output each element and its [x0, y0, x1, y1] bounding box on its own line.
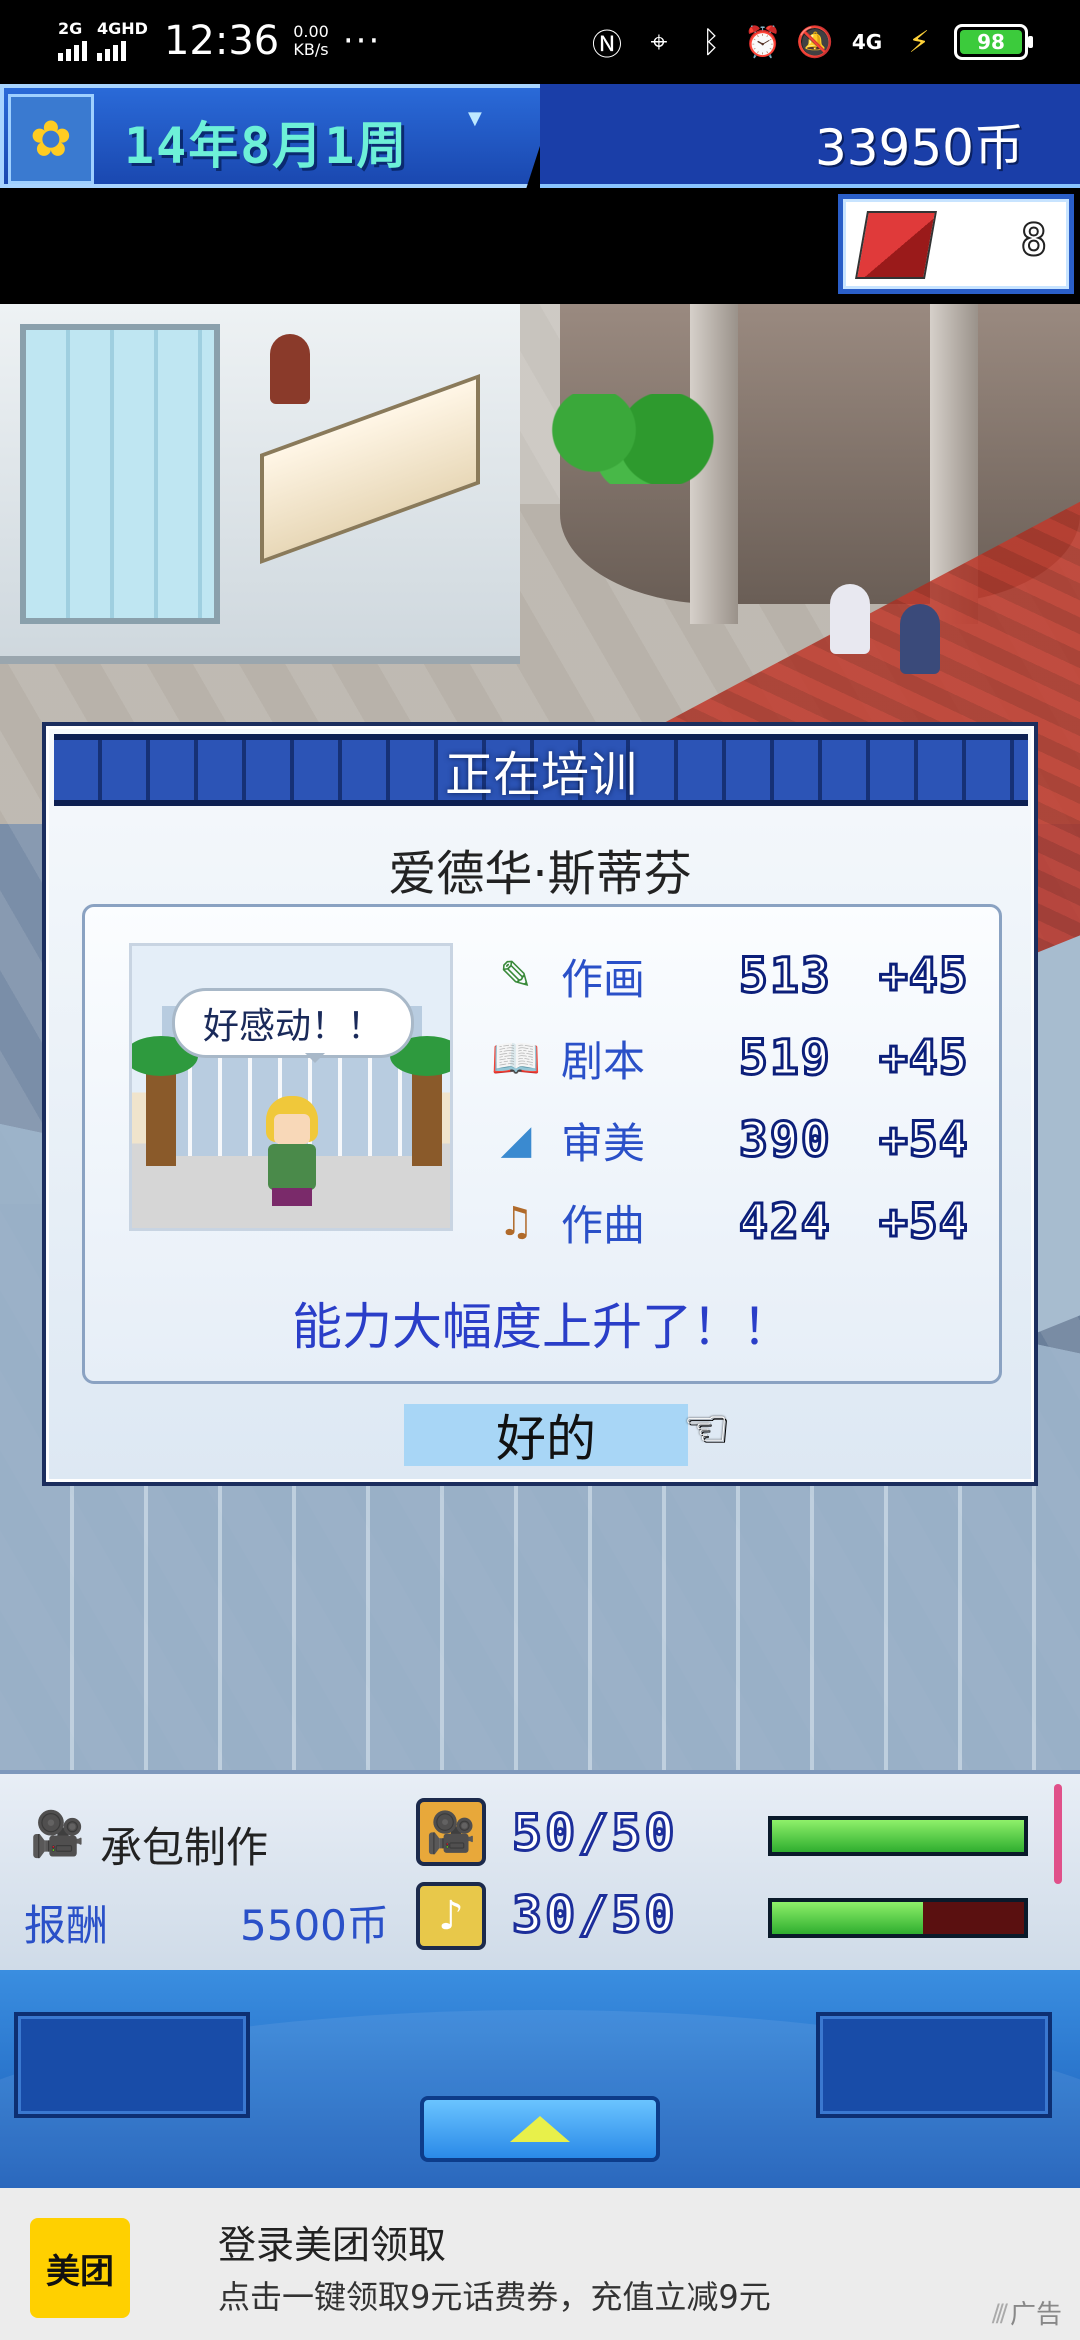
ad-subtitle: 点击一键领取9元话费券，充值立减9元 — [218, 2278, 771, 2316]
training-dialog: 正在培训 爱德华·斯蒂芬 好感动！！ ✎ 作画 513 +45 📖 剧本 519 — [42, 722, 1038, 1486]
guitar-icon: ♫ — [498, 1199, 534, 1245]
stat-row: ◢ 审美 390 +54 — [489, 1099, 999, 1181]
signal-icon: 2G — [58, 21, 87, 61]
stat-label: 剧本 — [561, 1036, 646, 1086]
stat-label: 审美 — [561, 1118, 646, 1168]
game-date: 14年8月1周 — [124, 117, 409, 175]
network-type-1: 2G — [58, 19, 83, 38]
staff-sprite — [262, 1096, 322, 1206]
stat-row: ✎ 作画 513 +45 — [489, 935, 999, 1017]
staff-character — [830, 584, 870, 654]
bluetooth-icon: ᛒ — [702, 24, 720, 60]
film-resource-bar — [768, 1816, 1028, 1856]
item-box[interactable]: 8 — [838, 194, 1074, 294]
film-camera-icon: 🎥 — [416, 1798, 486, 1866]
staff-portrait: 好感动！！ — [129, 943, 453, 1231]
stat-row: 📖 剧本 519 +45 — [489, 1017, 999, 1099]
production-label: 承包制作 — [100, 1823, 269, 1872]
ad-label: ///广告 — [992, 2294, 1062, 2331]
speed-value: 0.00 — [293, 22, 329, 41]
money-bar: 33950币 — [540, 84, 1080, 188]
caret-down-icon: ▼ — [468, 108, 482, 129]
palm-tree-icon — [390, 1036, 450, 1166]
staff-name: 爱德华·斯蒂芬 — [388, 846, 692, 902]
reward-label: 报酬 — [24, 1901, 109, 1950]
stat-increase: +45 — [878, 947, 970, 1006]
right-menu-button[interactable] — [816, 2012, 1052, 2118]
battery-level: 98 — [960, 30, 1022, 54]
card-stack-icon — [855, 211, 937, 279]
network-4g-icon: 4G — [851, 30, 883, 54]
signal-icon-2: 4GHD — [97, 21, 148, 61]
ad-banner[interactable]: 美团 登录美团领取 点击一键领取9元话费券，充值立减9元 ///广告 — [0, 2188, 1080, 2340]
stat-increase: +54 — [878, 1111, 970, 1170]
ad-mark-icon: /// — [991, 2298, 1008, 2327]
music-note-icon: ♪ — [416, 1882, 486, 1950]
more-notifications-icon: ··· — [342, 21, 382, 61]
mute-icon: 🔕 — [796, 24, 834, 60]
pencil-icon: ✎ — [499, 953, 533, 999]
stat-value: 513 — [738, 947, 832, 1006]
palm-tree-icon — [132, 1036, 198, 1166]
stat-value: 390 — [738, 1111, 832, 1170]
charging-icon: ⚡ — [908, 24, 930, 60]
location-icon: ⌖ — [650, 24, 668, 60]
clock: 12:36 — [163, 18, 280, 64]
film-camera-icon: 🎥 — [30, 1809, 85, 1860]
meituan-logo: 美团 — [30, 2218, 130, 2318]
bottom-controls — [0, 1970, 1080, 2188]
stat-row: ♫ 作曲 424 +54 — [489, 1181, 999, 1263]
reward-value: 5500币 — [240, 1901, 389, 1950]
network-speed: 0.00 KB/s — [293, 23, 329, 59]
arrow-up-icon — [510, 2116, 570, 2142]
music-resource-bar — [768, 1898, 1028, 1938]
money-amount: 33950币 — [814, 119, 1024, 177]
ok-button[interactable]: 好的 — [404, 1404, 688, 1468]
item-count: 8 — [1020, 214, 1048, 267]
sunflower-icon: ✿ — [8, 94, 94, 184]
music-resource-value: 30/50 — [511, 1885, 678, 1946]
dialog-title: 正在培训 — [444, 747, 637, 803]
alarm-icon: ⏰ — [744, 24, 782, 60]
ad-tag-text: 广告 — [1009, 2300, 1062, 2330]
dialog-title-bar: 正在培训 — [54, 734, 1028, 806]
stat-value: 519 — [738, 1029, 832, 1088]
stat-label: 作画 — [561, 954, 646, 1004]
nfc-icon: Ⓝ — [592, 28, 622, 63]
left-menu-button[interactable] — [14, 2012, 250, 2118]
stat-label: 作曲 — [561, 1200, 646, 1250]
production-panel[interactable]: 🎥 承包制作 报酬 5500币 🎥 50/50 ♪ 30/50 — [0, 1770, 1080, 1970]
training-result-panel: 好感动！！ ✎ 作画 513 +45 📖 剧本 519 +45 ◢ 审美 390… — [82, 904, 1002, 1384]
status-bar: 2G 4GHD 12:36 0.00 KB/s ··· Ⓝ ⌖ ᛒ ⏰ 🔕 4G… — [0, 0, 1080, 84]
stat-increase: +54 — [878, 1193, 970, 1252]
ad-title: 登录美团领取 — [218, 2223, 447, 2267]
book-icon: 📖 — [491, 1035, 541, 1082]
battery-icon: 98 — [954, 24, 1033, 60]
game-header: ✿ 14年8月1周 ▼ 33950币 8 — [0, 84, 1080, 294]
speech-bubble: 好感动！！ — [172, 988, 415, 1063]
staff-character — [900, 604, 940, 674]
speed-unit: KB/s — [293, 40, 329, 59]
receptionist-character — [270, 334, 310, 404]
network-type-2: 4GHD — [97, 19, 148, 38]
stat-increase: +45 — [878, 1029, 970, 1088]
stat-list: ✎ 作画 513 +45 📖 剧本 519 +45 ◢ 审美 390 +54 ♫… — [489, 935, 999, 1263]
training-result-message: 能力大幅度上升了！！ — [292, 1298, 792, 1356]
film-resource-fill — [772, 1820, 1024, 1852]
pointing-hand-icon: ☜ — [682, 1399, 730, 1459]
stat-value: 424 — [738, 1193, 832, 1252]
scene-plants — [540, 394, 720, 484]
scene-window — [20, 324, 220, 624]
date-bar[interactable]: ✿ 14年8月1周 ▼ — [0, 84, 560, 188]
fan-icon: ◢ — [500, 1117, 532, 1163]
film-resource-value: 50/50 — [511, 1803, 678, 1864]
expand-menu-button[interactable] — [420, 2096, 660, 2162]
scroll-indicator[interactable] — [1054, 1784, 1062, 1884]
music-resource-fill — [772, 1902, 924, 1934]
